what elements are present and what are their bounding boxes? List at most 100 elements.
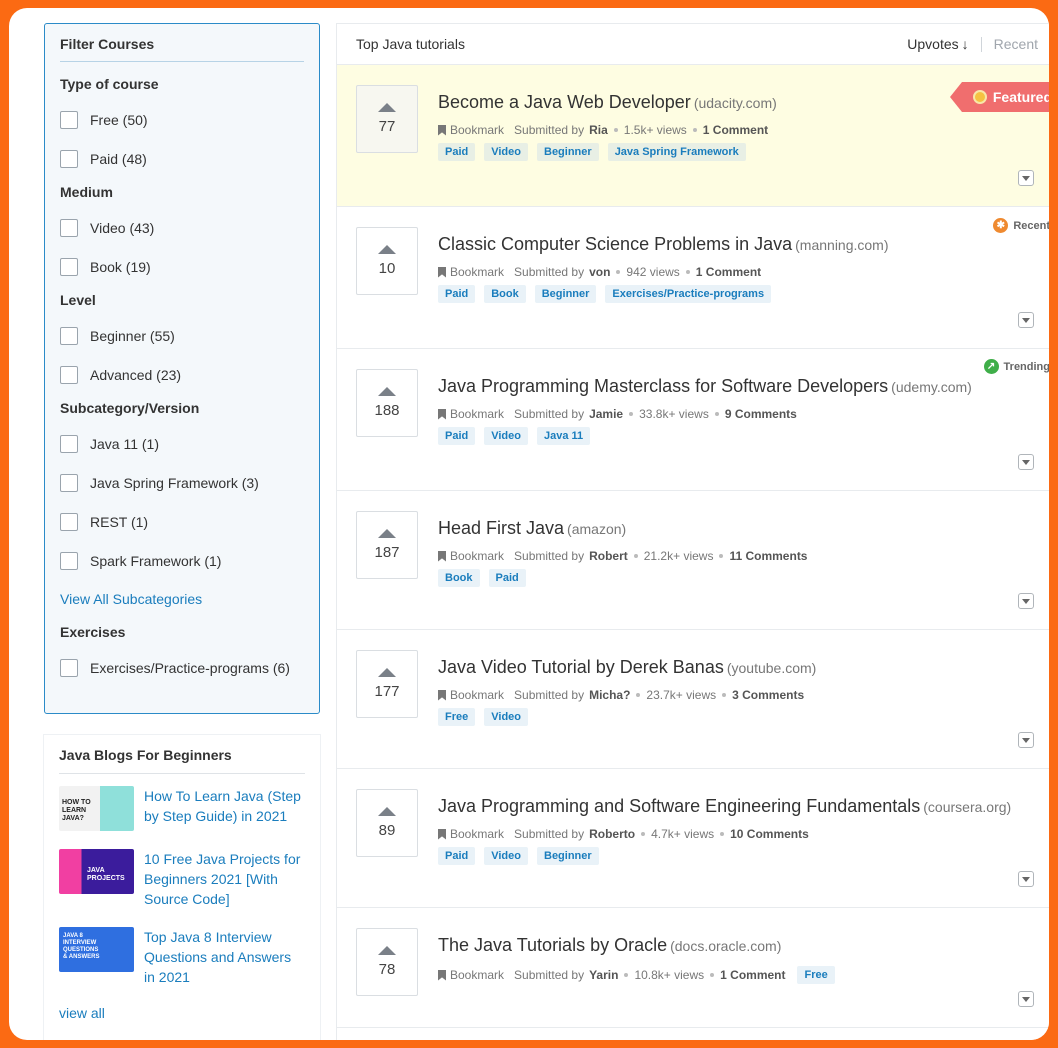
blog-thumbnail[interactable]: HOW TO LEARN JAVA?	[59, 786, 134, 831]
tag[interactable]: Paid	[438, 427, 476, 445]
checkbox[interactable]	[60, 434, 78, 453]
expand-button[interactable]	[1018, 871, 1034, 887]
submitter-link[interactable]: Ria	[589, 123, 608, 137]
blog-link[interactable]: How To Learn Java (Step by Step Guide) i…	[144, 786, 305, 831]
comments-link[interactable]: 10 Comments	[730, 827, 809, 841]
checkbox[interactable]	[60, 473, 78, 492]
checkbox[interactable]	[60, 110, 78, 129]
bookmark-icon[interactable]	[438, 828, 446, 840]
bookmark-icon[interactable]	[438, 124, 446, 136]
checkbox[interactable]	[60, 365, 78, 384]
filter-option-book[interactable]: Book (19)	[60, 247, 304, 286]
tag[interactable]: Beginner	[534, 285, 597, 303]
filter-option-paid[interactable]: Paid (48)	[60, 139, 304, 178]
bookmark-button[interactable]: Bookmark	[450, 549, 504, 563]
expand-button[interactable]	[1018, 732, 1034, 748]
view-all-subcategories-link[interactable]: View All Subcategories	[60, 591, 304, 607]
expand-button[interactable]	[1018, 170, 1034, 186]
filter-option-video[interactable]: Video (43)	[60, 208, 304, 247]
bookmark-icon[interactable]	[438, 689, 446, 701]
tag[interactable]: Book	[484, 285, 526, 303]
blog-item[interactable]: HOW TO LEARN JAVA? How To Learn Java (St…	[59, 786, 305, 831]
upvote-button[interactable]: 187	[356, 511, 418, 579]
filter-option-spark[interactable]: Spark Framework (1)	[60, 541, 304, 580]
blog-item[interactable]: JAVA 8 INTERVIEW QUESTIONS & ANSWERS Top…	[59, 927, 305, 987]
bookmark-icon[interactable]	[438, 550, 446, 562]
submitter-link[interactable]: Robert	[589, 549, 628, 563]
bookmark-icon[interactable]	[438, 408, 446, 420]
tutorial-title-link[interactable]: Java Video Tutorial by Derek Banas	[438, 657, 724, 677]
comments-link[interactable]: 1 Comment	[720, 968, 785, 982]
comments-link[interactable]: 1 Comment	[696, 265, 761, 279]
tutorial-title-link[interactable]: The Java Tutorials by Oracle	[438, 935, 667, 955]
tag[interactable]: Paid	[438, 847, 476, 865]
blog-thumbnail[interactable]: JAVA PROJECTS	[59, 849, 134, 894]
checkbox[interactable]	[60, 149, 78, 168]
tag[interactable]: Book	[438, 569, 480, 587]
tag[interactable]: Java Spring Framework	[607, 143, 746, 161]
bookmark-button[interactable]: Bookmark	[450, 688, 504, 702]
filter-option-free[interactable]: Free (50)	[60, 100, 304, 139]
blog-item[interactable]: JAVA PROJECTS 10 Free Java Projects for …	[59, 849, 305, 909]
bookmark-button[interactable]: Bookmark	[450, 265, 504, 279]
tag[interactable]: Paid	[488, 569, 526, 587]
filter-option-advanced[interactable]: Advanced (23)	[60, 355, 304, 394]
blog-link[interactable]: 10 Free Java Projects for Beginners 2021…	[144, 849, 305, 909]
tag[interactable]: Free	[438, 708, 476, 726]
filter-option-rest[interactable]: REST (1)	[60, 502, 304, 541]
expand-button[interactable]	[1018, 593, 1034, 609]
bookmark-button[interactable]: Bookmark	[450, 827, 504, 841]
checkbox[interactable]	[60, 658, 78, 677]
bookmark-button[interactable]: Bookmark	[450, 407, 504, 421]
tag[interactable]: Paid	[438, 285, 476, 303]
upvote-button[interactable]: 10	[356, 227, 418, 295]
tag[interactable]: Video	[484, 427, 528, 445]
upvote-button[interactable]: 89	[356, 789, 418, 857]
checkbox[interactable]	[60, 551, 78, 570]
blog-link[interactable]: Top Java 8 Interview Questions and Answe…	[144, 927, 305, 987]
expand-button[interactable]	[1018, 991, 1034, 1007]
checkbox[interactable]	[60, 257, 78, 276]
expand-button[interactable]	[1018, 312, 1034, 328]
comments-link[interactable]: 3 Comments	[732, 688, 804, 702]
filter-option-beginner[interactable]: Beginner (55)	[60, 316, 304, 355]
comments-link[interactable]: 1 Comment	[703, 123, 768, 137]
tag[interactable]: Free	[797, 966, 835, 984]
tag[interactable]: Exercises/Practice-programs	[605, 285, 772, 303]
comments-link[interactable]: 11 Comments	[729, 549, 807, 563]
comments-link[interactable]: 9 Comments	[725, 407, 797, 421]
submitter-link[interactable]: Yarin	[589, 968, 618, 982]
bookmark-icon[interactable]	[438, 969, 446, 981]
bookmark-icon[interactable]	[438, 266, 446, 278]
checkbox[interactable]	[60, 326, 78, 345]
filter-option-java-11[interactable]: Java 11 (1)	[60, 424, 304, 463]
submitter-link[interactable]: Roberto	[589, 827, 635, 841]
upvote-button[interactable]: 177	[356, 650, 418, 718]
tag[interactable]: Video	[484, 143, 528, 161]
tutorial-title-link[interactable]: Head First Java	[438, 518, 564, 538]
bookmark-button[interactable]: Bookmark	[450, 123, 504, 137]
tutorial-title-link[interactable]: Java Programming and Software Engineerin…	[438, 796, 920, 816]
tag[interactable]: Beginner	[537, 847, 599, 865]
tag[interactable]: Java 11	[537, 427, 591, 445]
view-all-blogs-link[interactable]: view all	[59, 1005, 305, 1021]
submitter-link[interactable]: Micha?	[589, 688, 630, 702]
submitter-link[interactable]: von	[589, 265, 610, 279]
submitter-link[interactable]: Jamie	[589, 407, 623, 421]
checkbox[interactable]	[60, 512, 78, 531]
bookmark-button[interactable]: Bookmark	[450, 968, 504, 982]
expand-button[interactable]	[1018, 454, 1034, 470]
tutorial-title-link[interactable]: Java Programming Masterclass for Softwar…	[438, 376, 888, 396]
sort-upvotes-button[interactable]: Upvotes ↓	[907, 36, 968, 52]
tutorial-title-link[interactable]: Become a Java Web Developer	[438, 92, 691, 112]
filter-option-spring[interactable]: Java Spring Framework (3)	[60, 463, 304, 502]
tag[interactable]: Video	[484, 708, 529, 726]
tutorial-title-link[interactable]: Classic Computer Science Problems in Jav…	[438, 234, 792, 254]
upvote-button[interactable]: 78	[356, 928, 418, 996]
blog-thumbnail[interactable]: JAVA 8 INTERVIEW QUESTIONS & ANSWERS	[59, 927, 134, 972]
sort-recent-button[interactable]: Recent	[994, 36, 1038, 52]
tag[interactable]: Paid	[438, 143, 476, 161]
checkbox[interactable]	[60, 218, 78, 237]
upvote-button[interactable]: 77	[356, 85, 418, 153]
filter-option-exercises[interactable]: Exercises/Practice-programs (6)	[60, 648, 304, 687]
